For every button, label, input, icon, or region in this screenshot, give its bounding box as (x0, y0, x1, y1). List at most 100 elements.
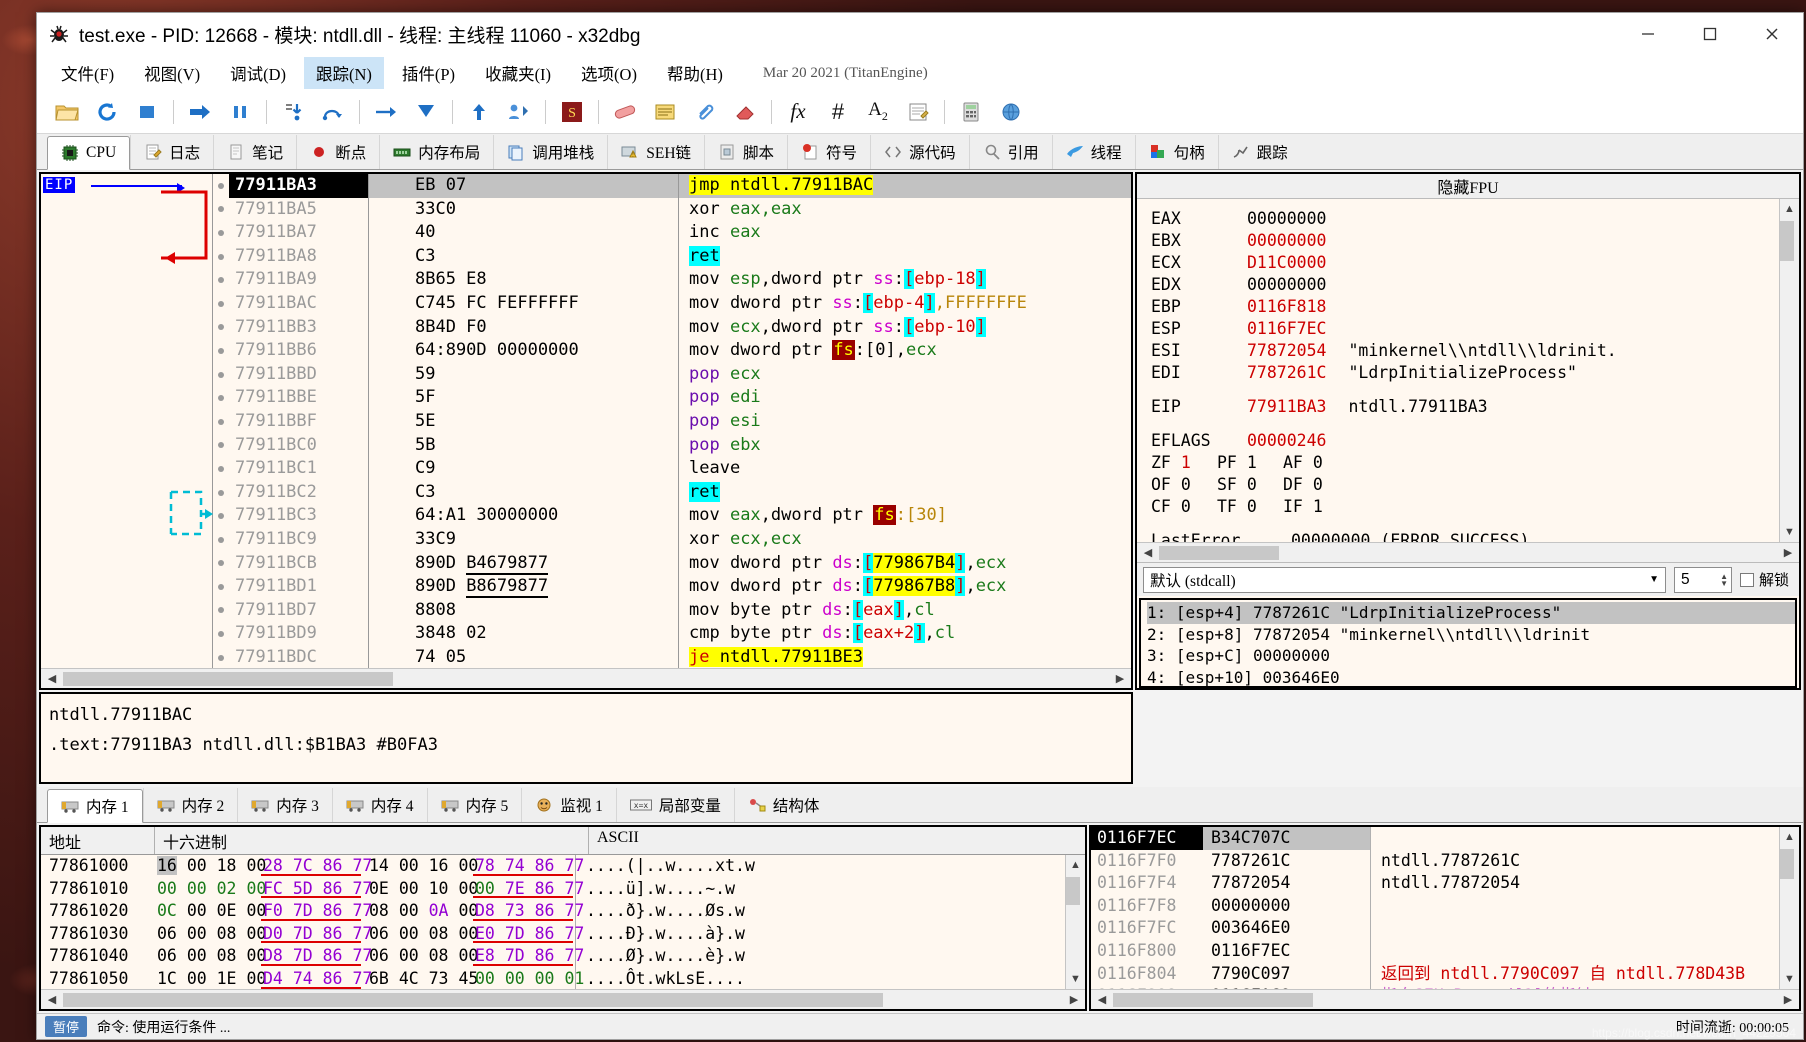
dump-byte[interactable]: 00 (399, 946, 419, 965)
disasm-address[interactable]: 77911BD7 (229, 599, 368, 623)
tab-symbols[interactable]: 符号 (787, 135, 871, 169)
instruction-column[interactable]: jmp ntdll.77911BAC xor eax,eax inc eax ret m… (679, 174, 1131, 668)
dump-byte[interactable]: 06 (369, 946, 389, 965)
dump-hex-group[interactable]: 00 7E 86 77 (469, 878, 584, 901)
dump-byte[interactable]: 86 (323, 969, 343, 988)
scroll-left-icon[interactable]: ◀ (41, 990, 63, 1010)
disasm-address[interactable]: 77911BB6 (229, 339, 368, 363)
hide-fpu-label[interactable]: 隐藏FPU (1137, 174, 1799, 199)
dump-byte[interactable]: 86 (535, 901, 555, 920)
breakpoint-dot-icon[interactable] (218, 442, 224, 449)
scroll-down-icon[interactable]: ▼ (1780, 969, 1800, 989)
dump-byte[interactable]: 00 (399, 879, 419, 898)
breakpoint-dot-icon[interactable] (218, 654, 224, 661)
breakpoint-cell[interactable] (213, 646, 229, 668)
register-row-eflags[interactable]: EFLAGS 00000246 (1151, 430, 1779, 452)
tab-threads[interactable]: 线程 (1051, 135, 1135, 169)
dump-hex-group[interactable]: 16 00 18 00 (151, 855, 266, 878)
hscroll-track[interactable] (63, 671, 1109, 686)
stack-row[interactable]: 0116F7F8 00000000 (1091, 894, 1779, 918)
vscroll-track[interactable] (1779, 847, 1800, 969)
stepper-arrows-icon[interactable]: ▲ ▼ (1720, 572, 1731, 587)
dump-byte[interactable]: 0C (157, 901, 177, 920)
breakpoint-cell[interactable] (213, 363, 229, 387)
menu-item-help[interactable]: 帮助(H) (655, 57, 735, 89)
patch-icon[interactable] (608, 96, 642, 128)
disasm-bytes[interactable]: EB 07 (369, 174, 678, 198)
bottom-tab-dump-1[interactable]: 内存 1 (47, 789, 143, 823)
dump-hex-group[interactable]: 0C 00 0E 00 (151, 900, 266, 923)
vscroll-track[interactable] (1065, 875, 1086, 969)
scroll-right-icon[interactable]: ▶ (1777, 543, 1799, 563)
breakpoint-cell[interactable] (213, 410, 229, 434)
disasm-address[interactable]: 77911BA7 (229, 221, 368, 245)
dump-byte[interactable]: 7D (293, 924, 313, 943)
bottom-tab-locals[interactable]: x=x 局部变量 (615, 788, 734, 822)
dump-byte[interactable]: 00 (399, 924, 419, 943)
dump-hex-group[interactable]: D4 74 86 77 (257, 968, 372, 989)
scroll-up-icon[interactable]: ▲ (1066, 855, 1086, 875)
hash-icon[interactable]: # (821, 96, 855, 128)
step-over-icon[interactable] (316, 96, 350, 128)
breakpoint-dot-icon[interactable] (218, 371, 224, 378)
hscroll-track[interactable] (1113, 992, 1777, 1007)
flag-sf[interactable]: SF 0 (1217, 474, 1283, 496)
dump-byte[interactable]: 5D (293, 879, 313, 898)
disasm-bytes[interactable]: C3 (369, 245, 678, 269)
breakpoint-cell[interactable] (213, 504, 229, 528)
menu-item-plugins[interactable]: 插件(P) (390, 57, 467, 89)
close-button[interactable] (1741, 13, 1803, 56)
breakpoint-dot-icon[interactable] (218, 395, 224, 402)
dump-byte[interactable]: 00 (187, 856, 207, 875)
disasm-address[interactable]: 77911BC9 (229, 528, 368, 552)
disasm-bytes[interactable]: 8808 (369, 599, 678, 623)
disasm-address[interactable]: 77911BA9 (229, 268, 368, 292)
breakpoint-cell[interactable] (213, 599, 229, 623)
menu-item-trace[interactable]: 跟踪(N) (303, 57, 384, 89)
breakpoint-cell[interactable] (213, 245, 229, 269)
bottom-tab-watch-1[interactable]: 监视 1 (521, 788, 616, 822)
dump-byte[interactable]: 14 (369, 856, 389, 875)
disasm-instruction[interactable]: mov esp,dword ptr ss:[ebp-18] (679, 268, 1131, 292)
dump-byte[interactable]: 08 (429, 946, 449, 965)
breakpoint-column[interactable] (213, 174, 229, 668)
restart-icon[interactable] (90, 96, 124, 128)
dump-byte[interactable]: 77 (564, 946, 584, 965)
disasm-instruction[interactable]: ret (679, 481, 1131, 505)
disasm-instruction[interactable]: pop esi (679, 410, 1131, 434)
register-row-edx[interactable]: EDX 00000000 (1151, 274, 1779, 296)
vscroll-thumb[interactable] (1779, 849, 1794, 879)
disasm-address[interactable]: 77911BC3 (229, 504, 368, 528)
argument-row[interactable]: 4: [esp+10] 003646E0 (1147, 667, 1795, 687)
dump-byte[interactable]: 77 (564, 879, 584, 898)
flags-row[interactable]: CF 0 TF 0 IF 1 (1151, 496, 1779, 518)
disasm-address[interactable]: 77911BA3 (229, 174, 368, 198)
register-value[interactable]: 77872054 (1247, 341, 1326, 360)
breakpoint-cell[interactable] (213, 316, 229, 340)
vscroll-thumb[interactable] (1779, 221, 1794, 261)
scroll-left-icon[interactable]: ◀ (1137, 543, 1159, 563)
stack-hscrollbar[interactable]: ◀ ▶ (1091, 989, 1799, 1009)
dump-byte[interactable]: 74 (293, 969, 313, 988)
argument-row[interactable]: 1: [esp+4] 7787261C "LdrpInitializeProce… (1147, 602, 1795, 624)
register-value[interactable]: D11C0000 (1247, 253, 1326, 272)
disasm-instruction[interactable]: mov byte ptr ds:[eax],cl (679, 599, 1131, 623)
stack-value[interactable]: 77872054 (1203, 872, 1371, 895)
breakpoint-cell[interactable] (213, 622, 229, 646)
breakpoint-cell[interactable] (213, 528, 229, 552)
breakpoint-dot-icon[interactable] (218, 277, 224, 284)
dump-byte[interactable]: 18 (217, 856, 237, 875)
dump-byte[interactable]: 08 (369, 901, 389, 920)
disasm-instruction[interactable]: pop ebx (679, 434, 1131, 458)
disasm-bytes[interactable]: C9 (369, 457, 678, 481)
register-value[interactable]: 00000246 (1247, 431, 1326, 450)
argument-row[interactable]: 2: [esp+8] 77872054 "minkernel\\ntdll\\l… (1147, 624, 1795, 646)
dump-byte[interactable]: 7D (505, 924, 525, 943)
disasm-instruction[interactable]: mov dword ptr fs:[0],ecx (679, 339, 1131, 363)
hscroll-thumb[interactable] (1159, 545, 1279, 560)
register-row-ecx[interactable]: ECX D11C0000 (1151, 252, 1779, 274)
dump-row[interactable]: 77861050 1C 00 1E 00 D4 74 86 77 6B 4C 73 4… (41, 967, 1065, 989)
address-column[interactable]: 77911BA3 77911BA5 77911BA7 77911BA8 77911BA9… (229, 174, 369, 668)
disasm-bytes[interactable]: 40 (369, 221, 678, 245)
disasm-instruction[interactable]: cmp byte ptr ds:[eax+2],cl (679, 622, 1131, 646)
